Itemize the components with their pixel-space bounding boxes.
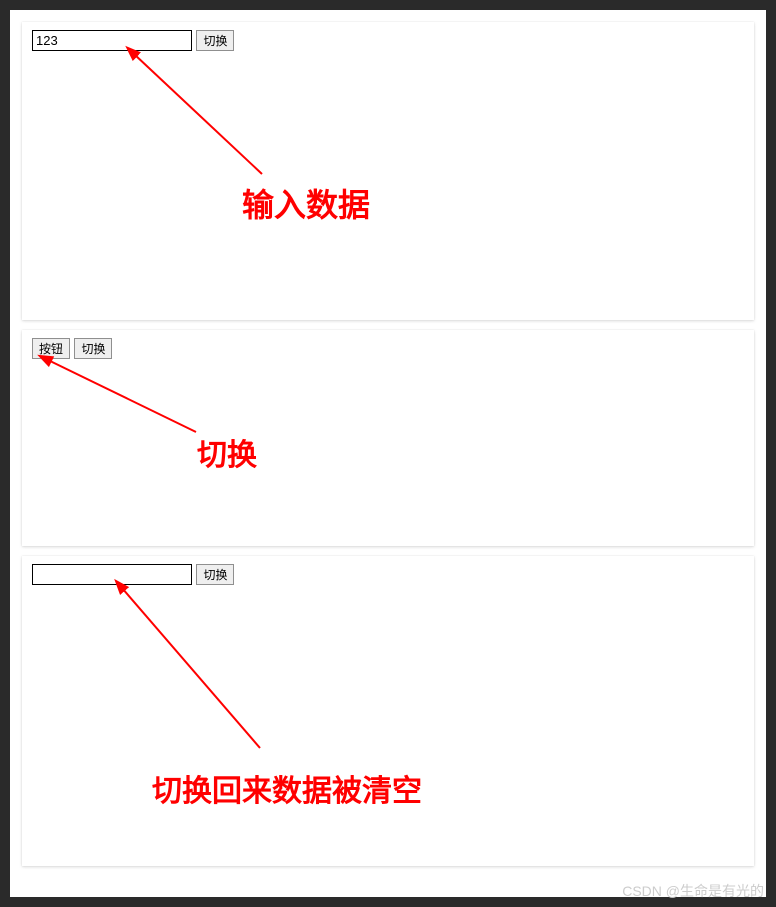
action-button[interactable]: 按钮 <box>32 338 70 359</box>
arrow-icon <box>110 578 280 758</box>
annotation-label: 切换 <box>197 430 257 474</box>
toggle-button[interactable]: 切换 <box>196 564 234 585</box>
arrow-icon <box>122 44 282 184</box>
panel-toggle: 按钮 切换 切换 <box>22 330 754 546</box>
data-input[interactable] <box>32 30 192 51</box>
toggle-button[interactable]: 切换 <box>74 338 112 359</box>
arrow-icon <box>36 352 206 442</box>
screenshot-container: 切换 输入数据 按钮 切换 切换 切换 <box>10 10 766 897</box>
toggle-button[interactable]: 切换 <box>196 30 234 51</box>
data-input[interactable] <box>32 564 192 585</box>
watermark-text: CSDN @生命是有光的 <box>622 881 764 901</box>
panel-input-data: 切换 输入数据 <box>22 22 754 320</box>
annotation-label: 切换回来数据被清空 <box>152 766 422 810</box>
panel-cleared: 切换 切换回来数据被清空 <box>22 556 754 866</box>
annotation-label: 输入数据 <box>242 180 370 226</box>
